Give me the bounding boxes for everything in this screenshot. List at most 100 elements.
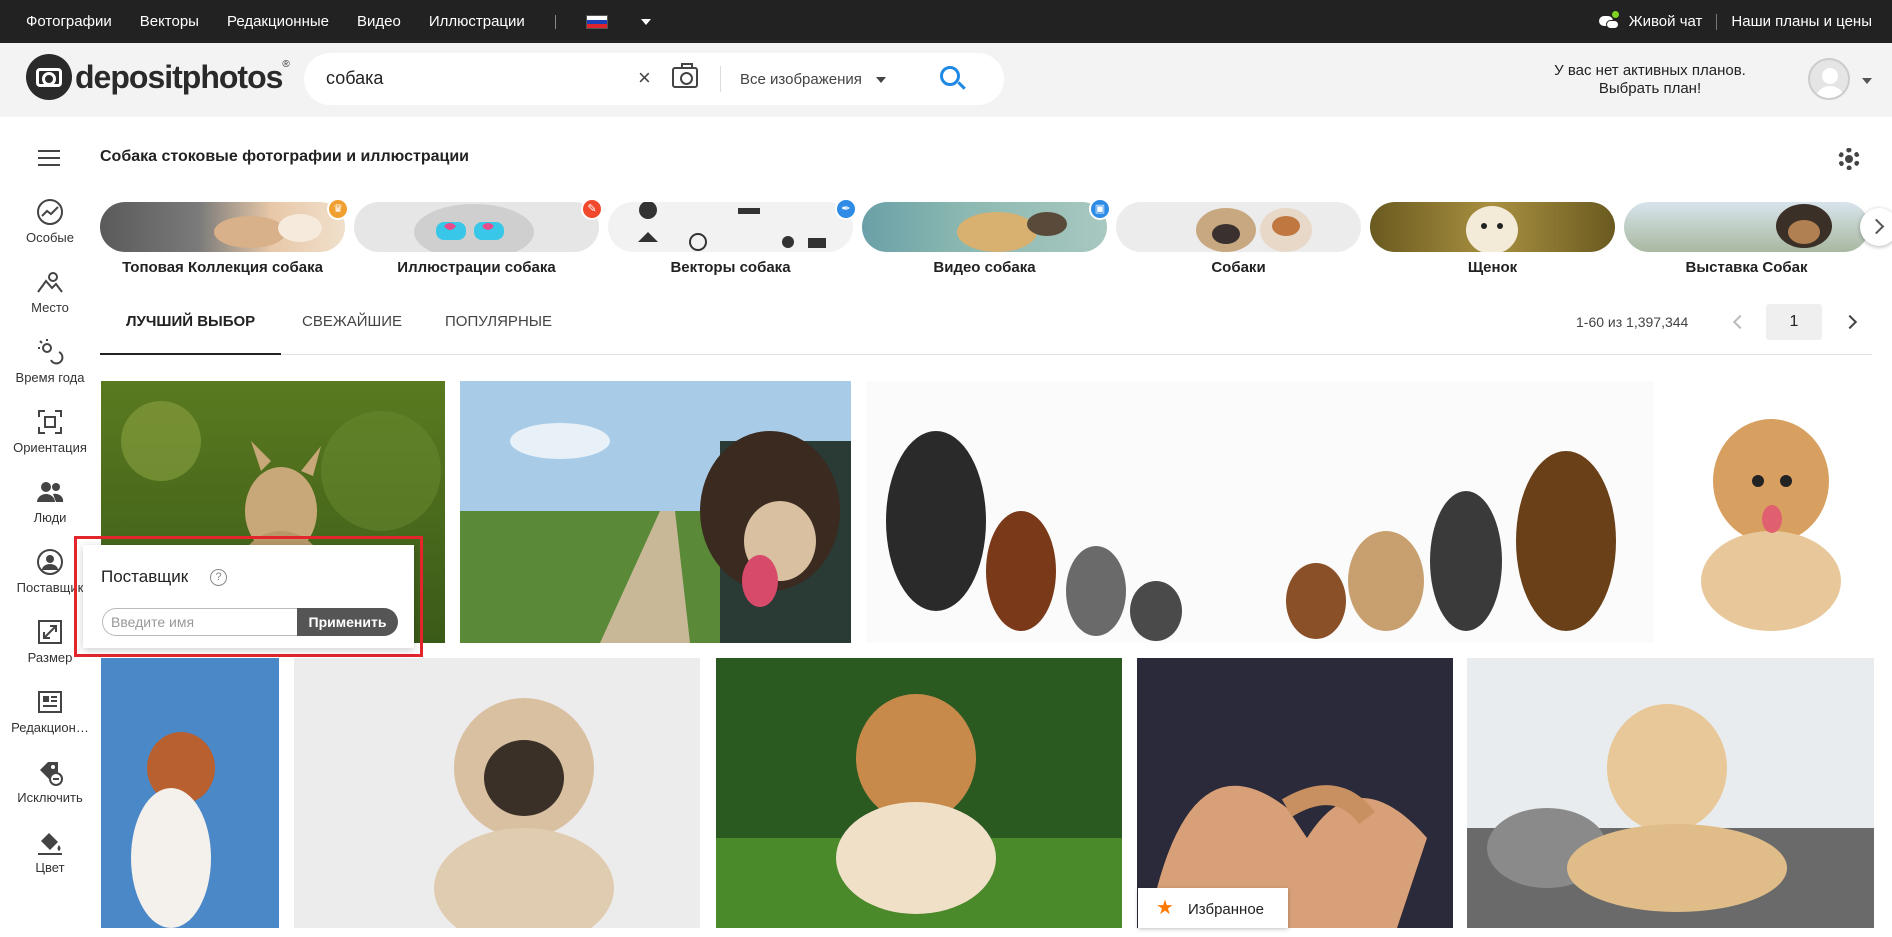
category-illustrations[interactable]: ✎ Иллюстрации собака xyxy=(354,198,603,276)
clear-search-icon[interactable]: × xyxy=(638,65,651,91)
sidebar-item-editorial[interactable]: Редакцион… xyxy=(0,688,100,735)
chevron-down-icon[interactable] xyxy=(1862,78,1872,84)
carousel-next-button[interactable] xyxy=(1860,208,1892,246)
search-bar: собака × Все изображения xyxy=(304,53,1004,105)
page-title: Собака стоковые фотографии и иллюстрации xyxy=(100,148,469,165)
image-jack-russell[interactable] xyxy=(101,658,279,928)
place-icon xyxy=(36,268,64,296)
category-vectors[interactable]: ✒ Векторы собака xyxy=(608,198,857,276)
trending-icon xyxy=(36,198,64,226)
category-dog-show[interactable]: Выставка Собак xyxy=(1624,202,1869,276)
sidebar-item-featured[interactable]: Особые xyxy=(0,198,100,245)
nav-editorial[interactable]: Редакционные xyxy=(227,13,329,30)
search-divider xyxy=(720,66,721,92)
popover-title: Поставщик xyxy=(101,567,189,586)
apply-button[interactable]: Применить xyxy=(297,608,398,636)
sidebar-item-exclude[interactable]: Исключить xyxy=(0,758,100,805)
page-number-input[interactable]: 1 xyxy=(1766,304,1822,340)
size-icon xyxy=(36,618,64,646)
category-label: Топовая Коллекция собака xyxy=(122,259,323,276)
season-icon xyxy=(36,338,64,366)
top-nav: Фотографии Векторы Редакционные Видео Ил… xyxy=(26,0,679,43)
image-puppy-grass[interactable] xyxy=(716,658,1122,928)
category-label: Щенок xyxy=(1467,259,1518,276)
image-dog-car-window[interactable] xyxy=(460,381,851,643)
menu-icon[interactable] xyxy=(38,150,60,171)
gear-icon[interactable] xyxy=(1838,148,1860,170)
category-dogs[interactable]: Собаки xyxy=(1116,202,1361,276)
sidebar-item-place[interactable]: Место xyxy=(0,268,100,315)
search-input[interactable]: собака xyxy=(326,68,383,89)
crown-icon: ♛ xyxy=(327,198,349,220)
category-label: Иллюстрации собака xyxy=(397,259,556,276)
russia-flag-icon xyxy=(585,14,608,29)
nav-illustrations[interactable]: Иллюстрации xyxy=(429,13,525,30)
choose-plan-link[interactable]: Выбрать план! xyxy=(1520,80,1780,98)
sidebar-item-label: Исключить xyxy=(17,790,83,805)
category-label: Собаки xyxy=(1211,259,1266,276)
paint-bucket-icon xyxy=(36,828,64,856)
nav-vectors[interactable]: Векторы xyxy=(140,13,199,30)
exclude-icon xyxy=(36,758,64,786)
result-count: 1-60 из 1,397,344 xyxy=(1576,314,1689,330)
category-top-collection[interactable]: ♛ Топовая Коллекция собака xyxy=(100,198,349,276)
sidebar-item-label: Особые xyxy=(25,230,74,245)
help-icon[interactable]: ? xyxy=(210,569,227,586)
chevron-down-icon xyxy=(640,18,651,25)
nav-photos[interactable]: Фотографии xyxy=(26,13,112,30)
plan-line-1: У вас нет активных планов. xyxy=(1554,62,1746,79)
nav-video[interactable]: Видео xyxy=(357,13,401,30)
search-type-select[interactable]: Все изображения xyxy=(740,71,862,88)
header: depositphotos ® собака × Все изображения… xyxy=(0,43,1892,117)
tab-popular[interactable]: ПОПУЛЯРНЫЕ xyxy=(445,305,552,355)
avatar[interactable] xyxy=(1808,58,1850,100)
favorite-button[interactable]: ★ Избранное xyxy=(1138,888,1288,928)
registered-mark: ® xyxy=(282,59,290,70)
sort-tabs: ЛУЧШИЙ ВЫБОР СВЕЖАЙШИЕ ПОПУЛЯРНЫЕ xyxy=(100,305,1872,355)
chevron-down-icon xyxy=(876,77,886,83)
tab-newest[interactable]: СВЕЖАЙШИЕ xyxy=(302,305,402,355)
camera-logo-icon xyxy=(26,54,72,100)
sidebar-item-season[interactable]: Время года xyxy=(0,338,100,385)
orientation-icon xyxy=(36,408,64,436)
contributor-name-input[interactable]: Введите имя xyxy=(102,608,298,636)
sidebar-item-orientation[interactable]: Ориентация xyxy=(0,408,100,455)
logo-text: depositphotos xyxy=(75,58,283,95)
sidebar-item-label: Время года xyxy=(15,370,85,385)
sidebar-item-label: Цвет xyxy=(35,860,65,875)
sidebar-item-label: Место xyxy=(31,300,69,315)
top-right: Живой чат Наши планы и цены xyxy=(1598,0,1872,43)
plans-link[interactable]: Наши планы и цены xyxy=(1731,13,1872,30)
image-dog-breeds-lineup[interactable] xyxy=(866,381,1654,643)
sidebar-item-color[interactable]: Цвет xyxy=(0,828,100,875)
category-label: Выставка Собак xyxy=(1685,259,1808,276)
image-pug[interactable] xyxy=(294,658,700,928)
language-selector[interactable] xyxy=(578,14,679,29)
sidebar-item-label: Люди xyxy=(33,510,67,525)
editorial-icon xyxy=(36,688,64,716)
contributor-filter-popover: Поставщик ? Введите имя Применить xyxy=(74,536,423,657)
category-carousel: ♛ Топовая Коллекция собака ✎ Иллюстрации… xyxy=(100,198,1892,278)
popover-panel: Поставщик ? Введите имя Применить xyxy=(83,545,414,648)
category-label: Векторы собака xyxy=(670,259,791,276)
category-video[interactable]: ▣ Видео собака xyxy=(862,198,1111,276)
chat-icon xyxy=(1598,10,1621,31)
live-chat-link[interactable]: Живой чат xyxy=(1629,13,1703,30)
plan-notice[interactable]: У вас нет активных планов. Выбрать план! xyxy=(1520,62,1780,98)
image-havanese-puppy[interactable] xyxy=(1668,381,1874,643)
logo[interactable]: depositphotos ® xyxy=(26,53,290,101)
sidebar-item-label: Редакцион… xyxy=(11,720,89,735)
nav-divider xyxy=(554,14,556,29)
pen-nib-icon: ✒ xyxy=(835,198,857,220)
sidebar-item-people[interactable]: Люди xyxy=(0,478,100,525)
tab-best-match[interactable]: ЛУЧШИЙ ВЫБОР xyxy=(100,305,282,355)
category-label: Видео собака xyxy=(933,259,1036,276)
favorite-label: Избранное xyxy=(1188,901,1265,918)
search-icon[interactable] xyxy=(940,66,966,92)
contributor-icon xyxy=(36,548,64,576)
image-golden-retriever-sofa[interactable] xyxy=(1467,658,1874,928)
category-puppy[interactable]: Щенок xyxy=(1370,202,1615,276)
sidebar-item-label: Ориентация xyxy=(13,440,87,455)
camera-search-icon[interactable] xyxy=(672,63,698,88)
top-bar: Фотографии Векторы Редакционные Видео Ил… xyxy=(0,0,1892,43)
